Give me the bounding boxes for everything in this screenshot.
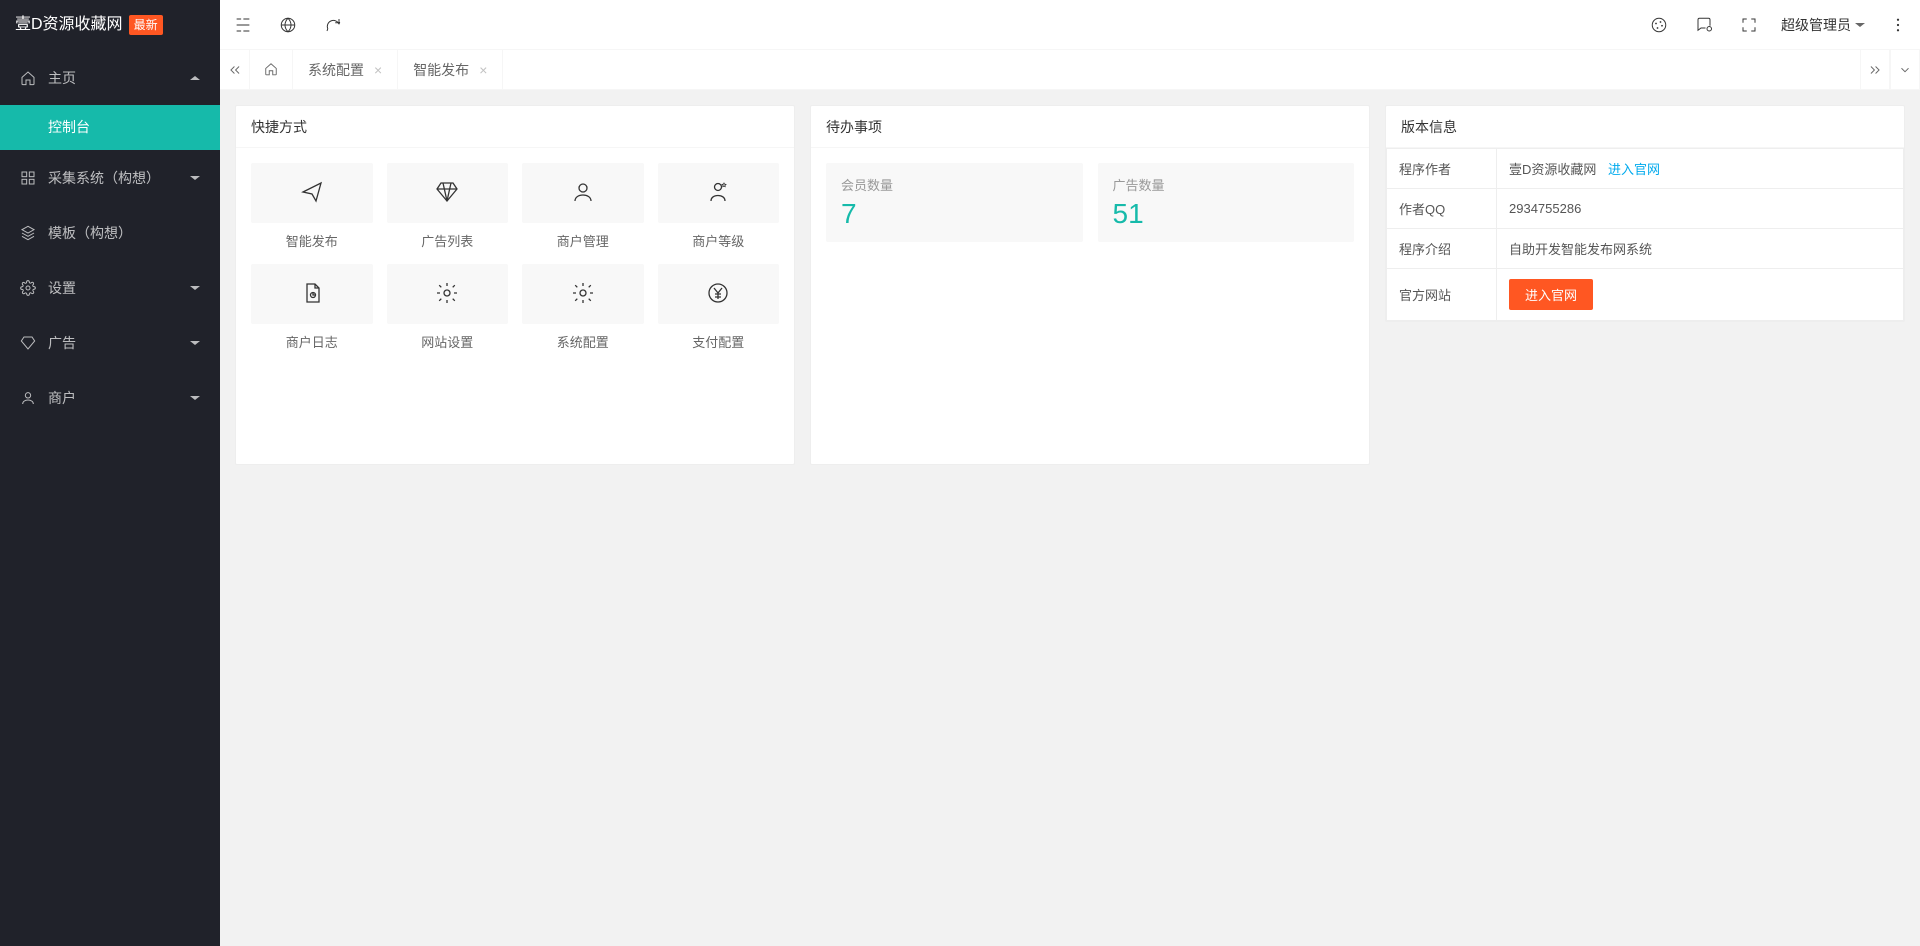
home-icon <box>264 62 278 79</box>
brand-badge: 最新 <box>129 15 163 35</box>
version-site-key: 官方网站 <box>1387 269 1497 321</box>
brand-name: 壹D资源收藏网 <box>15 0 123 50</box>
note-button[interactable] <box>1681 0 1726 50</box>
send-icon <box>300 180 324 207</box>
tab-scroll-right[interactable] <box>1860 50 1890 89</box>
tab-label: 智能发布 <box>413 60 469 80</box>
stat-members[interactable]: 会员数量 7 <box>826 163 1083 242</box>
tab-label: 系统配置 <box>308 60 364 80</box>
shortcuts-title: 快捷方式 <box>236 106 794 148</box>
tab-system-config[interactable]: 系统配置 × <box>293 50 398 89</box>
version-qq-key: 作者QQ <box>1387 189 1497 229</box>
sidebar-item-label: 设置 <box>48 278 76 298</box>
shortcut-merchant-level[interactable]: 商户等级 <box>658 163 780 250</box>
chevron-down-icon <box>190 335 200 351</box>
sidebar: 壹D资源收藏网 最新 主页 控制台 <box>0 0 220 946</box>
user-star-icon <box>706 180 730 207</box>
shortcut-site-settings[interactable]: 网站设置 <box>387 264 509 351</box>
stat-label: 广告数量 <box>1113 175 1340 194</box>
tab-smart-publish[interactable]: 智能发布 × <box>398 50 503 89</box>
shortcuts-card: 快捷方式 智能发布 广告列表 <box>235 105 795 465</box>
shortcut-smart-publish[interactable]: 智能发布 <box>251 163 373 250</box>
sidebar-item-ad[interactable]: 广告 <box>0 315 220 370</box>
sidebar-item-collect[interactable]: 采集系统（构想） <box>0 150 220 205</box>
version-site-value: 进入官网 <box>1497 269 1904 321</box>
sidebar-item-label: 商户 <box>48 388 76 408</box>
sidebar-subitem-console[interactable]: 控制台 <box>0 105 220 150</box>
shortcut-ad-list[interactable]: 广告列表 <box>387 163 509 250</box>
version-author-value: 壹D资源收藏网 进入官网 <box>1497 149 1904 189</box>
gear-icon <box>20 280 36 296</box>
stat-ads[interactable]: 广告数量 51 <box>1098 163 1355 242</box>
close-icon[interactable]: × <box>479 62 487 78</box>
stat-label: 会员数量 <box>841 175 1068 194</box>
version-title: 版本信息 <box>1386 106 1904 148</box>
stat-value: 7 <box>841 198 1068 230</box>
theme-button[interactable] <box>1636 0 1681 50</box>
logo[interactable]: 壹D资源收藏网 最新 <box>0 0 220 50</box>
version-card: 版本信息 程序作者 壹D资源收藏网 进入官网 作者QQ <box>1385 105 1905 322</box>
version-qq-value: 2934755286 <box>1497 189 1904 229</box>
component-icon <box>20 170 36 186</box>
user-name: 超级管理员 <box>1781 15 1851 35</box>
todo-title: 待办事项 <box>811 106 1369 148</box>
tab-home[interactable] <box>250 50 293 89</box>
shortcut-merchant-log[interactable]: 商户日志 <box>251 264 373 351</box>
home-icon <box>20 70 36 86</box>
sidebar-item-merchant[interactable]: 商户 <box>0 370 220 425</box>
shortcut-system-config[interactable]: 系统配置 <box>522 264 644 351</box>
caret-down-icon <box>1855 17 1865 33</box>
sidebar-item-label: 采集系统（构想） <box>48 168 160 188</box>
shortcut-merchant-manage[interactable]: 商户管理 <box>522 163 644 250</box>
more-menu-button[interactable] <box>1875 0 1920 50</box>
gear-bold-icon <box>571 281 595 308</box>
diamond-icon <box>435 180 459 207</box>
sidebar-item-settings[interactable]: 设置 <box>0 260 220 315</box>
tab-bar: 系统配置 × 智能发布 × <box>220 50 1920 90</box>
version-desc-key: 程序介绍 <box>1387 229 1497 269</box>
gear-icon <box>435 281 459 308</box>
chevron-down-icon <box>190 390 200 406</box>
diamond-icon <box>20 335 36 351</box>
globe-button[interactable] <box>265 0 310 50</box>
content-body: 快捷方式 智能发布 广告列表 <box>220 90 1920 946</box>
version-desc-value: 自助开发智能发布网系统 <box>1497 229 1904 269</box>
fullscreen-button[interactable] <box>1726 0 1771 50</box>
sidebar-nav: 主页 控制台 采集系统（构想） <box>0 50 220 425</box>
template-icon <box>20 225 36 241</box>
stat-value: 51 <box>1113 198 1340 230</box>
menu-toggle-button[interactable] <box>220 0 265 50</box>
todo-card: 待办事项 会员数量 7 广告数量 51 <box>810 105 1370 465</box>
chevron-down-icon <box>190 170 200 186</box>
tab-dropdown[interactable] <box>1890 50 1920 89</box>
sidebar-item-home[interactable]: 主页 <box>0 50 220 105</box>
tab-scroll-left[interactable] <box>220 50 250 89</box>
version-table: 程序作者 壹D资源收藏网 进入官网 作者QQ 2934755286 <box>1386 148 1904 321</box>
sidebar-item-template[interactable]: 模板（构想） <box>0 205 220 260</box>
header: 超级管理员 <box>220 0 1920 50</box>
close-icon[interactable]: × <box>374 62 382 78</box>
sidebar-item-label: 广告 <box>48 333 76 353</box>
chevron-down-icon <box>190 280 200 296</box>
doc-icon <box>300 281 324 308</box>
version-author-key: 程序作者 <box>1387 149 1497 189</box>
shortcut-pay-config[interactable]: 支付配置 <box>658 264 780 351</box>
user-menu[interactable]: 超级管理员 <box>1771 0 1875 50</box>
sidebar-item-label: 主页 <box>48 68 76 88</box>
user-icon <box>571 180 595 207</box>
user-icon <box>20 390 36 406</box>
yen-icon <box>706 281 730 308</box>
chevron-up-icon <box>190 70 200 86</box>
refresh-button[interactable] <box>310 0 355 50</box>
enter-site-button[interactable]: 进入官网 <box>1509 279 1593 310</box>
version-author-link[interactable]: 进入官网 <box>1608 162 1660 177</box>
sidebar-item-label: 模板（构想） <box>48 223 132 243</box>
